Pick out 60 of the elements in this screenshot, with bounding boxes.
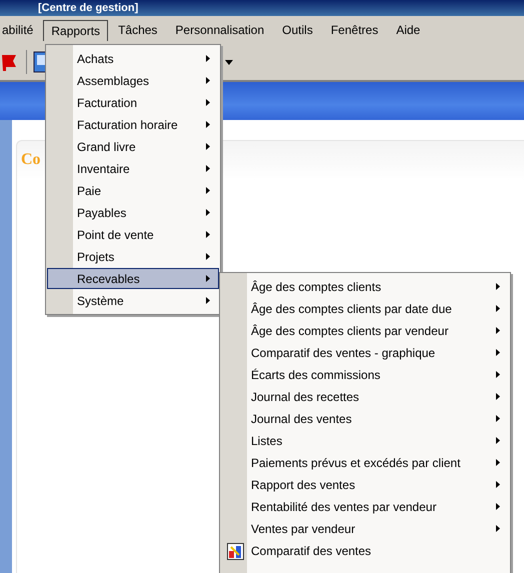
- submenu-arrow-icon: [496, 349, 500, 356]
- submenu-arrow-icon: [206, 165, 210, 172]
- submenu-arrow-icon: [206, 55, 210, 62]
- submenu-arrow-icon: [496, 415, 500, 422]
- menu-bar-item[interactable]: Rapports: [43, 20, 108, 40]
- submenu-arrow-icon: [496, 327, 500, 334]
- menu-item[interactable]: Facturation horaire: [47, 114, 219, 135]
- menu-item[interactable]: Rapport des ventes: [221, 474, 509, 495]
- submenu-arrow-icon: [206, 99, 210, 106]
- menu-item[interactable]: Facturation: [47, 92, 219, 113]
- menu-item[interactable]: Écarts des commissions: [221, 364, 509, 385]
- menu-item[interactable]: Paiements prévus et excédés par client: [221, 452, 509, 473]
- menu-bar-item[interactable]: Tâches: [110, 19, 166, 41]
- submenu-arrow-icon: [496, 371, 500, 378]
- menu-item[interactable]: Journal des ventes: [221, 408, 509, 429]
- submenu-arrow-icon: [206, 297, 210, 304]
- menu-bar-item[interactable]: abilité: [1, 19, 42, 41]
- submenu-arrow-icon: [496, 283, 500, 290]
- submenu-arrow-icon: [206, 143, 210, 150]
- submenu-arrow-icon: [496, 305, 500, 312]
- menu-item[interactable]: Grand livre: [47, 136, 219, 157]
- submenu-arrow-icon: [496, 393, 500, 400]
- submenu-arrow-icon: [206, 209, 210, 216]
- dropdown-arrow-icon[interactable]: [225, 60, 233, 64]
- submenu-arrow-icon: [206, 231, 210, 238]
- menu-item[interactable]: Payables: [47, 202, 219, 223]
- menu-bar-item[interactable]: Outils: [274, 19, 321, 41]
- submenu-arrow-icon: [496, 459, 500, 466]
- panel-heading: Co: [20, 150, 41, 169]
- window-title: [Centre de gestion]: [38, 1, 138, 16]
- submenu-arrow-icon: [496, 503, 500, 510]
- submenu-arrow-icon: [496, 481, 500, 488]
- menu-item[interactable]: Recevables: [47, 268, 219, 289]
- menu-item[interactable]: Point de vente: [47, 224, 219, 245]
- menu-item[interactable]: Comparatif des ventes - graphique: [221, 342, 509, 363]
- menu-item[interactable]: Comparatif des ventes: [221, 540, 509, 561]
- menu-item[interactable]: Ventes par vendeur: [221, 518, 509, 539]
- menu-item[interactable]: Journal des recettes: [221, 386, 509, 407]
- menu-item[interactable]: Système: [47, 290, 219, 311]
- menu-item[interactable]: Assemblages: [47, 70, 219, 91]
- menu-bar-item[interactable]: Personnalisation: [167, 19, 272, 41]
- menu-item[interactable]: Projets: [47, 246, 219, 267]
- submenu-arrow-icon: [206, 275, 210, 282]
- menu-item[interactable]: Listes: [221, 430, 509, 451]
- submenu-arrow-icon: [496, 437, 500, 444]
- chart-icon: [227, 543, 244, 560]
- submenu-arrow-icon: [496, 525, 500, 532]
- menu-item[interactable]: Paie: [47, 180, 219, 201]
- menu-item[interactable]: Inventaire: [47, 158, 219, 179]
- menu-bar-item[interactable]: Fenêtres: [322, 19, 386, 41]
- submenu-arrow-icon: [206, 77, 210, 84]
- submenu-arrow-icon: [206, 253, 210, 260]
- menu-bar-item[interactable]: Aide: [388, 19, 428, 41]
- menu-item[interactable]: Achats: [47, 48, 219, 69]
- menu-item[interactable]: Rentabilité des ventes par vendeur: [221, 496, 509, 517]
- submenu-arrow-icon: [206, 121, 210, 128]
- menu-item[interactable]: Âge des comptes clients par date due: [221, 298, 509, 319]
- menu-item[interactable]: Âge des comptes clients par vendeur: [221, 320, 509, 341]
- menu-item[interactable]: Âge des comptes clients: [221, 276, 509, 297]
- submenu-arrow-icon: [206, 187, 210, 194]
